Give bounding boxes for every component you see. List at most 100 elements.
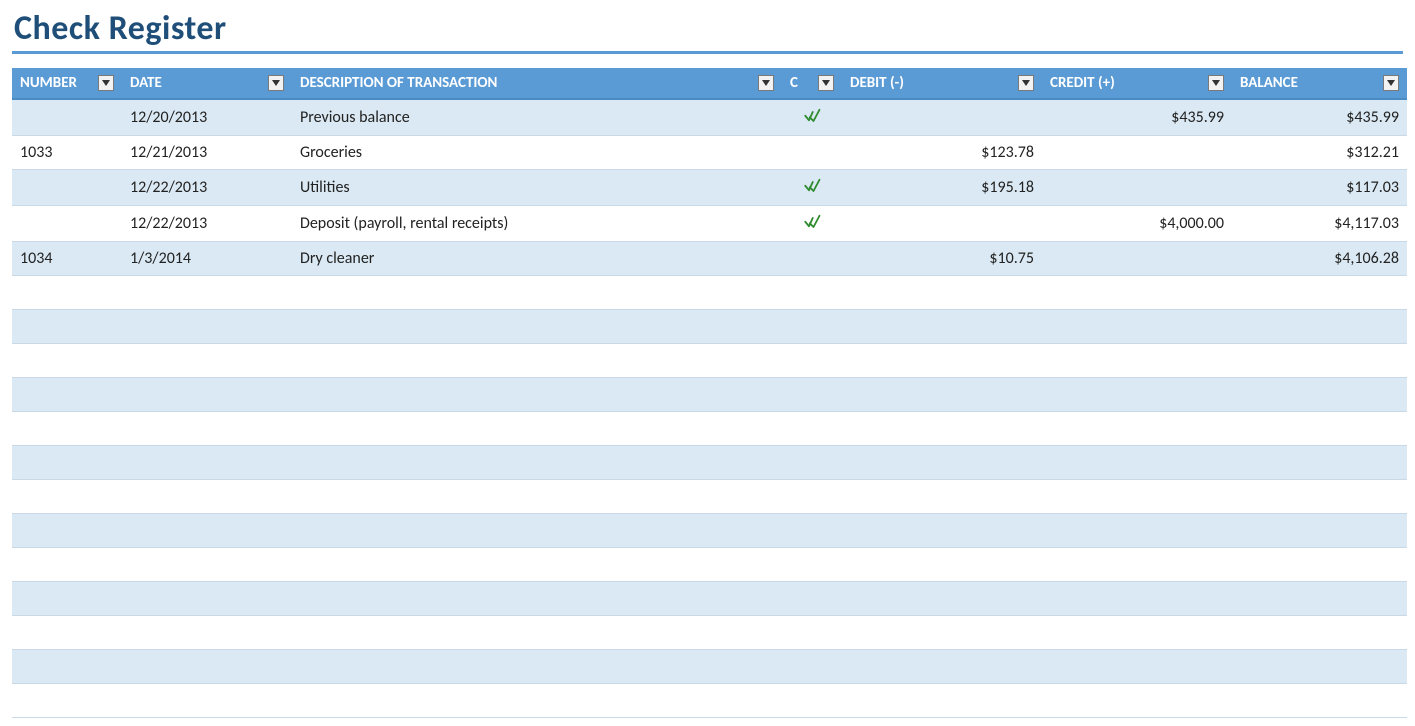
cell-desc[interactable]: Groceries [292, 136, 782, 170]
cell-date[interactable] [122, 412, 292, 446]
table-row[interactable]: 12/22/2013Utilities$195.18$117.03 [12, 170, 1407, 206]
table-row[interactable] [12, 276, 1407, 310]
cell-debit[interactable] [842, 582, 1042, 616]
cell-date[interactable] [122, 684, 292, 718]
cell-date[interactable] [122, 514, 292, 548]
cell-balance[interactable]: $435.99 [1232, 99, 1407, 136]
cell-date[interactable]: 12/21/2013 [122, 136, 292, 170]
table-row[interactable] [12, 480, 1407, 514]
cell-debit[interactable] [842, 616, 1042, 650]
cell-cleared[interactable] [782, 170, 842, 206]
table-row[interactable] [12, 514, 1407, 548]
cell-debit[interactable] [842, 446, 1042, 480]
cell-credit[interactable] [1042, 344, 1232, 378]
cell-balance[interactable]: $4,106.28 [1232, 242, 1407, 276]
cell-credit[interactable] [1042, 412, 1232, 446]
cell-number[interactable] [12, 548, 122, 582]
cell-cleared[interactable] [782, 684, 842, 718]
filter-icon[interactable] [758, 75, 774, 91]
cell-cleared[interactable] [782, 136, 842, 170]
filter-icon[interactable] [98, 75, 114, 91]
cell-cleared[interactable] [782, 514, 842, 548]
cell-cleared[interactable] [782, 378, 842, 412]
cell-number[interactable] [12, 378, 122, 412]
col-header-credit[interactable]: CREDIT (+) [1042, 68, 1232, 99]
table-row[interactable] [12, 378, 1407, 412]
cell-balance[interactable] [1232, 412, 1407, 446]
cell-desc[interactable] [292, 548, 782, 582]
cell-cleared[interactable] [782, 206, 842, 242]
cell-date[interactable] [122, 650, 292, 684]
cell-balance[interactable] [1232, 310, 1407, 344]
cell-credit[interactable] [1042, 616, 1232, 650]
col-header-c[interactable]: C [782, 68, 842, 99]
cell-date[interactable] [122, 616, 292, 650]
cell-credit[interactable] [1042, 242, 1232, 276]
table-row[interactable] [12, 582, 1407, 616]
table-row[interactable] [12, 548, 1407, 582]
cell-debit[interactable] [842, 650, 1042, 684]
cell-cleared[interactable] [782, 548, 842, 582]
cell-desc[interactable] [292, 480, 782, 514]
cell-desc[interactable] [292, 412, 782, 446]
cell-debit[interactable] [842, 99, 1042, 136]
cell-credit[interactable] [1042, 650, 1232, 684]
cell-date[interactable] [122, 276, 292, 310]
cell-balance[interactable]: $312.21 [1232, 136, 1407, 170]
cell-balance[interactable] [1232, 276, 1407, 310]
cell-balance[interactable] [1232, 514, 1407, 548]
cell-desc[interactable] [292, 616, 782, 650]
cell-credit[interactable] [1042, 136, 1232, 170]
cell-date[interactable] [122, 378, 292, 412]
cell-number[interactable] [12, 206, 122, 242]
col-header-balance[interactable]: BALANCE [1232, 68, 1407, 99]
table-row[interactable]: 12/20/2013Previous balance$435.99$435.99 [12, 99, 1407, 136]
cell-number[interactable] [12, 446, 122, 480]
cell-number[interactable] [12, 276, 122, 310]
cell-cleared[interactable] [782, 412, 842, 446]
filter-icon[interactable] [268, 75, 284, 91]
table-row[interactable] [12, 344, 1407, 378]
cell-cleared[interactable] [782, 582, 842, 616]
cell-debit[interactable] [842, 684, 1042, 718]
cell-desc[interactable] [292, 684, 782, 718]
table-row[interactable] [12, 616, 1407, 650]
cell-cleared[interactable] [782, 99, 842, 136]
cell-desc[interactable] [292, 310, 782, 344]
cell-number[interactable] [12, 99, 122, 136]
cell-cleared[interactable] [782, 276, 842, 310]
cell-debit[interactable] [842, 480, 1042, 514]
cell-balance[interactable] [1232, 650, 1407, 684]
cell-desc[interactable] [292, 344, 782, 378]
cell-credit[interactable] [1042, 446, 1232, 480]
cell-debit[interactable] [842, 206, 1042, 242]
col-header-debit[interactable]: DEBIT (-) [842, 68, 1042, 99]
cell-credit[interactable] [1042, 548, 1232, 582]
cell-balance[interactable] [1232, 480, 1407, 514]
cell-date[interactable]: 12/20/2013 [122, 99, 292, 136]
cell-number[interactable]: 1034 [12, 242, 122, 276]
table-row[interactable]: 12/22/2013Deposit (payroll, rental recei… [12, 206, 1407, 242]
cell-number[interactable] [12, 310, 122, 344]
cell-date[interactable] [122, 548, 292, 582]
cell-number[interactable] [12, 344, 122, 378]
cell-balance[interactable] [1232, 616, 1407, 650]
cell-number[interactable] [12, 170, 122, 206]
cell-credit[interactable] [1042, 582, 1232, 616]
table-row[interactable] [12, 446, 1407, 480]
cell-number[interactable] [12, 650, 122, 684]
cell-credit[interactable] [1042, 684, 1232, 718]
cell-desc[interactable] [292, 514, 782, 548]
cell-desc[interactable] [292, 446, 782, 480]
cell-desc[interactable] [292, 582, 782, 616]
cell-credit[interactable] [1042, 276, 1232, 310]
cell-desc[interactable]: Previous balance [292, 99, 782, 136]
cell-balance[interactable] [1232, 344, 1407, 378]
cell-desc[interactable]: Deposit (payroll, rental receipts) [292, 206, 782, 242]
table-row[interactable] [12, 650, 1407, 684]
cell-number[interactable] [12, 616, 122, 650]
cell-credit[interactable] [1042, 480, 1232, 514]
col-header-desc[interactable]: DESCRIPTION OF TRANSACTION [292, 68, 782, 99]
cell-number[interactable] [12, 480, 122, 514]
cell-date[interactable]: 1/3/2014 [122, 242, 292, 276]
